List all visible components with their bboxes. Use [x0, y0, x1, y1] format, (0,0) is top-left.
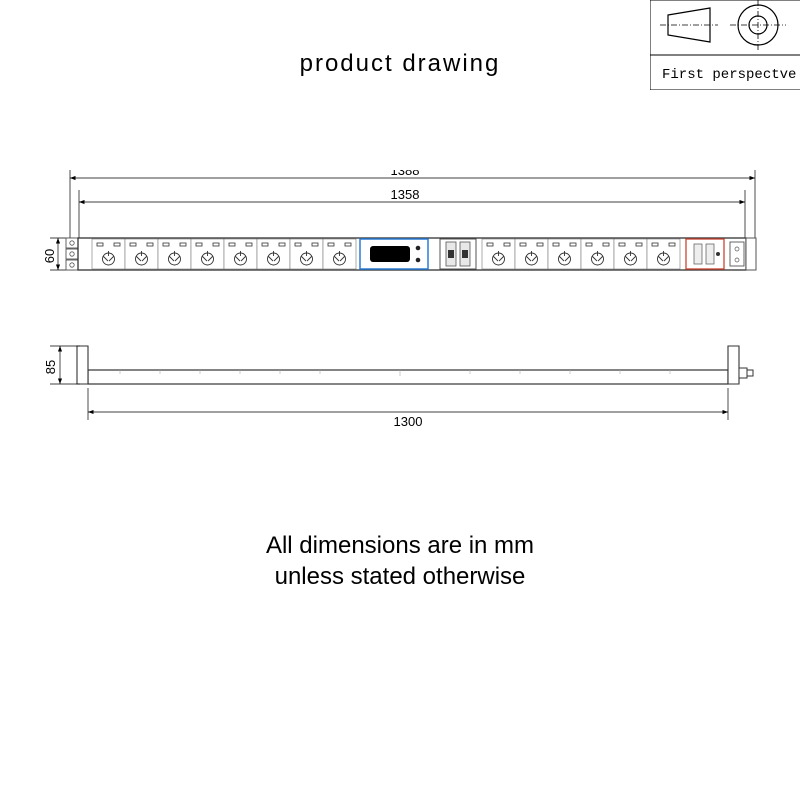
dim-height-side: 85 — [43, 360, 58, 374]
outlet-bank-left — [92, 239, 356, 269]
units-note: All dimensions are in mm unless stated o… — [0, 530, 800, 592]
units-note-line1: All dimensions are in mm — [266, 532, 534, 559]
units-note-line2: unless stated otherwise — [275, 563, 526, 590]
dim-inner-length: 1358 — [391, 187, 420, 202]
dim-overall-length: 1388 — [391, 170, 420, 178]
mount-bracket-right — [730, 238, 756, 270]
surge-module — [686, 239, 724, 269]
dim-mount-length: 1300 — [394, 414, 423, 429]
breaker-module — [440, 239, 476, 269]
projection-label-text: First perspectve — [662, 67, 796, 83]
mount-bracket-left — [66, 238, 78, 270]
dim-height-front: 60 — [42, 249, 57, 263]
technical-drawing: 1388 1358 60 — [0, 170, 800, 500]
pdu-body-top — [77, 346, 753, 384]
title-text: product drawing — [300, 50, 501, 77]
projection-symbol-box: First perspectve — [650, 0, 800, 90]
display-module — [360, 239, 428, 269]
outlet-bank-right — [482, 239, 680, 269]
